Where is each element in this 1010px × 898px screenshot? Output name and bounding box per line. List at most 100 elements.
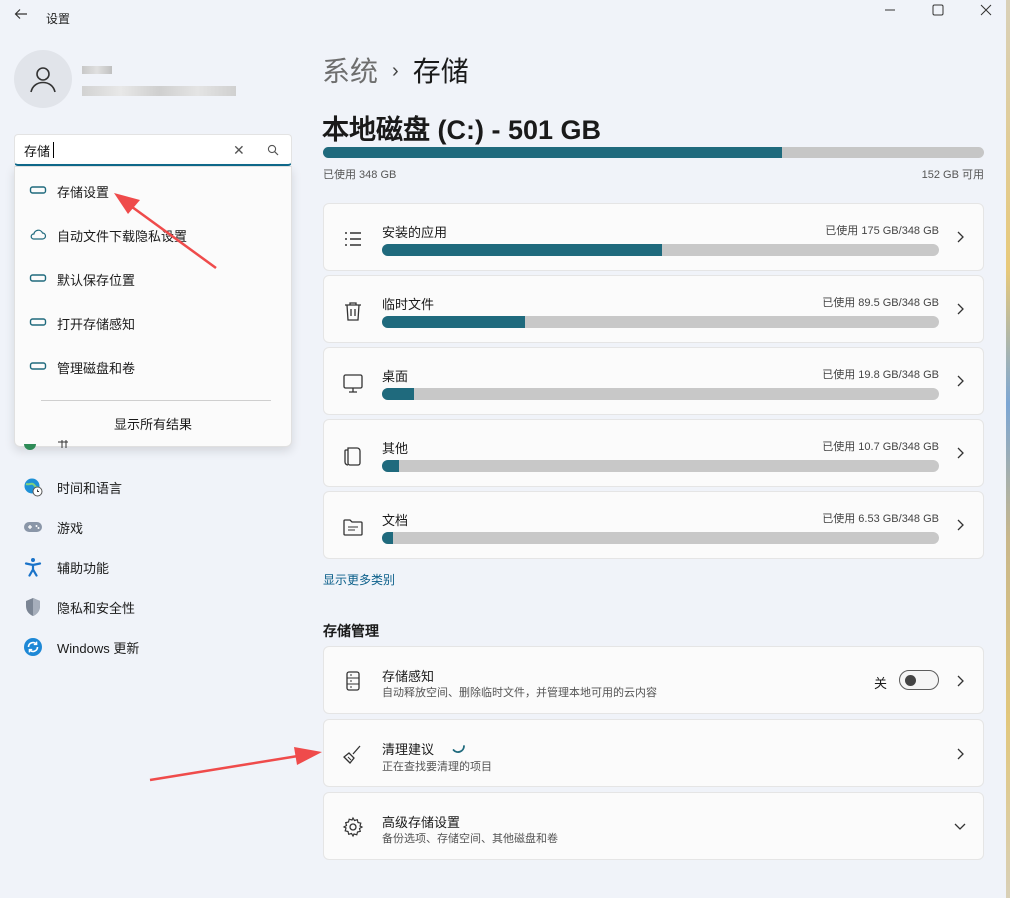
search-input[interactable]: 存储 bbox=[24, 141, 224, 160]
suggestion-turn-on-storage-sense[interactable]: 打开存储感知 bbox=[15, 304, 291, 340]
chevron-right-icon bbox=[957, 375, 964, 387]
sidebar-item-partial bbox=[22, 438, 102, 452]
accessibility-icon bbox=[22, 556, 44, 578]
minimize-icon[interactable] bbox=[880, 2, 900, 18]
sidebar-item-privacy-security[interactable]: 隐私和安全性 bbox=[22, 595, 135, 619]
chevron-right-icon: › bbox=[392, 60, 399, 82]
toggle-state-label: 关 bbox=[873, 676, 887, 691]
sidebar-item-label: 隐私和安全性 bbox=[57, 600, 136, 616]
category-usage-fill bbox=[382, 388, 414, 400]
category-usage-bar bbox=[382, 532, 939, 544]
disk-usage-bar bbox=[323, 147, 984, 158]
close-icon[interactable]: ✕ bbox=[233, 142, 245, 159]
card-title: 高级存储设置 bbox=[382, 815, 461, 830]
sidebar-item-time-language[interactable]: 时间和语言 bbox=[22, 475, 122, 499]
suggestion-manage-disks-volumes[interactable]: 管理磁盘和卷 bbox=[15, 348, 291, 384]
suggestion-label: 打开存储感知 bbox=[57, 317, 136, 332]
sidebar-item-label: Windows 更新 bbox=[57, 640, 140, 656]
update-icon bbox=[22, 636, 44, 658]
category-label: 临时文件 bbox=[382, 297, 435, 312]
category-card-other[interactable]: 其他 已使用 10.7 GB/348 GB bbox=[323, 419, 984, 487]
suggestion-auto-download-privacy[interactable]: 自动文件下载隐私设置 bbox=[15, 216, 291, 252]
storage-sense-toggle[interactable] bbox=[899, 670, 939, 690]
category-usage-fill bbox=[382, 460, 400, 472]
document-stack-icon bbox=[344, 447, 361, 466]
suggestion-default-save-location[interactable]: 默认保存位置 bbox=[15, 260, 291, 296]
globe-clock-icon bbox=[22, 476, 44, 498]
category-usage-bar bbox=[382, 244, 939, 256]
sidebar-item-accessibility[interactable]: 辅助功能 bbox=[22, 555, 109, 579]
breadcrumb: 系统 › 存储 bbox=[322, 50, 469, 90]
storage-sense-card[interactable]: 存储感知 自动释放空间、删除临时文件，并管理本地可用的云内容 关 bbox=[323, 646, 984, 714]
category-usage-fill bbox=[382, 532, 393, 544]
category-usage-bar bbox=[382, 388, 939, 400]
category-label: 文档 bbox=[382, 513, 409, 528]
sidebar-item-gaming[interactable]: 游戏 bbox=[22, 515, 83, 539]
suggestion-label: 存储设置 bbox=[57, 185, 110, 200]
category-usage-bar bbox=[382, 460, 939, 472]
chevron-right-icon bbox=[957, 748, 964, 760]
storage-drive-icon bbox=[29, 186, 47, 194]
category-card-temp-files[interactable]: 临时文件 已使用 89.5 GB/348 GB bbox=[323, 275, 984, 343]
disk-usage-fill bbox=[323, 147, 783, 158]
annotation-arrow-icon bbox=[149, 747, 322, 782]
show-more-categories-link[interactable]: 显示更多类别 bbox=[323, 571, 395, 588]
suggestion-storage-settings[interactable]: 存储设置 bbox=[15, 172, 291, 208]
divider bbox=[41, 400, 271, 401]
folder-icon bbox=[343, 519, 363, 536]
section-heading: 存储管理 bbox=[323, 623, 379, 639]
gamepad-icon bbox=[22, 516, 44, 538]
category-card-apps[interactable]: 安装的应用 已使用 175 GB/348 GB bbox=[323, 203, 984, 271]
card-title: 清理建议 bbox=[382, 742, 435, 757]
sidebar-item-label: 时间和语言 bbox=[57, 480, 123, 496]
toggle-knob bbox=[905, 675, 916, 686]
suggestion-label: 管理磁盘和卷 bbox=[57, 361, 136, 376]
back-arrow-icon[interactable] bbox=[10, 6, 32, 28]
cloud-icon bbox=[30, 229, 47, 240]
chevron-right-icon bbox=[957, 447, 964, 459]
category-card-desktop[interactable]: 桌面 已使用 19.8 GB/348 GB bbox=[323, 347, 984, 415]
search-icon[interactable] bbox=[267, 143, 279, 159]
storage-drive-icon bbox=[29, 318, 47, 326]
close-icon[interactable] bbox=[976, 2, 996, 18]
search-box[interactable]: 存储 ✕ bbox=[14, 134, 292, 166]
category-label: 其他 bbox=[382, 441, 409, 456]
show-all-results-button[interactable]: 显示所有结果 bbox=[15, 414, 291, 433]
category-card-documents[interactable]: 文档 已使用 6.53 GB/348 GB bbox=[323, 491, 984, 559]
disk-used-label: 已使用 348 GB bbox=[323, 169, 397, 181]
page-title: 存储 bbox=[412, 56, 469, 87]
card-subtitle: 自动释放空间、删除临时文件，并管理本地可用的云内容 bbox=[382, 687, 657, 699]
sidebar-item-label: 辅助功能 bbox=[57, 560, 110, 576]
category-usage: 已使用 175 GB/348 GB bbox=[825, 225, 939, 237]
text-caret bbox=[53, 142, 54, 158]
redacted-username bbox=[82, 66, 112, 74]
loading-spinner-icon bbox=[452, 745, 465, 753]
trash-icon bbox=[345, 302, 361, 321]
maximize-icon[interactable] bbox=[928, 2, 948, 18]
redacted-email bbox=[82, 86, 236, 96]
cleanup-recommendations-card[interactable]: 清理建议 正在查找要清理的项目 bbox=[323, 719, 984, 787]
chevron-down-icon bbox=[954, 823, 966, 830]
chevron-right-icon bbox=[957, 519, 964, 531]
monitor-icon bbox=[343, 374, 363, 393]
category-usage: 已使用 10.7 GB/348 GB bbox=[822, 441, 939, 453]
category-usage: 已使用 6.53 GB/348 GB bbox=[822, 513, 939, 525]
chevron-right-icon bbox=[957, 303, 964, 315]
storage-sense-icon bbox=[346, 671, 360, 691]
advanced-storage-settings-card[interactable]: 高级存储设置 备份选项、存储空间、其他磁盘和卷 bbox=[323, 792, 984, 860]
sidebar-item-windows-update[interactable]: Windows 更新 bbox=[22, 635, 139, 659]
suggestion-label: 自动文件下载隐私设置 bbox=[57, 229, 188, 244]
category-usage-bar bbox=[382, 316, 939, 328]
storage-drive-icon bbox=[29, 362, 47, 370]
broom-icon bbox=[343, 745, 361, 764]
breadcrumb-parent[interactable]: 系统 bbox=[322, 56, 378, 87]
gear-icon bbox=[342, 816, 364, 838]
app-title: 设置 bbox=[46, 12, 71, 26]
card-title: 存储感知 bbox=[382, 669, 435, 684]
desktop-background-edge bbox=[1006, 0, 1010, 898]
user-icon[interactable] bbox=[14, 50, 72, 108]
card-subtitle: 正在查找要清理的项目 bbox=[382, 761, 492, 773]
category-usage: 已使用 89.5 GB/348 GB bbox=[822, 297, 939, 309]
chevron-right-icon bbox=[957, 231, 964, 243]
card-subtitle: 备份选项、存储空间、其他磁盘和卷 bbox=[382, 833, 558, 845]
